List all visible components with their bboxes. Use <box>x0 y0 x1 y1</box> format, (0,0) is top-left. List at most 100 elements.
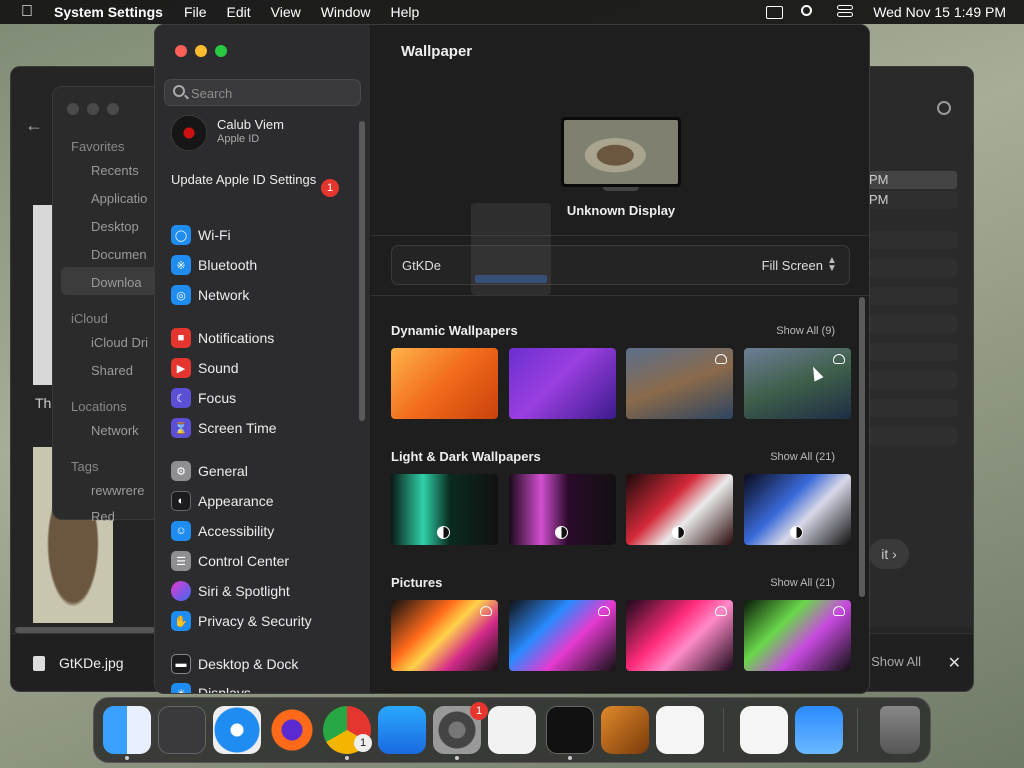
sidebar-scrollbar[interactable] <box>359 121 365 421</box>
search-icon[interactable] <box>937 101 951 115</box>
trash-icon[interactable] <box>880 706 920 754</box>
close-dot[interactable] <box>67 103 79 115</box>
menu-help[interactable]: Help <box>391 4 420 20</box>
toggles-icon: ☰ <box>171 551 191 571</box>
terminal-icon[interactable] <box>546 706 594 754</box>
show-all-dynamic-button[interactable]: Show All (9) <box>776 325 835 337</box>
sidebar-item-siri-spotlight[interactable]: Siri & Spotlight <box>171 579 361 603</box>
wallpaper-tile[interactable] <box>509 600 616 671</box>
dock-icon: ▬ <box>171 654 191 674</box>
wallpaper-tile[interactable] <box>509 348 616 419</box>
garageband-icon[interactable] <box>601 706 649 754</box>
wallpaper-tile[interactable] <box>626 474 733 545</box>
system-settings-window[interactable]: Calub Viem Apple ID Update Apple ID Sett… <box>154 24 870 694</box>
download-cloud-icon[interactable] <box>833 354 845 364</box>
sidebar-item-sound[interactable]: ▶ Sound <box>171 356 361 380</box>
menu-window[interactable]: Window <box>321 4 371 20</box>
sidebar-item-wifi[interactable]: ◯ Wi-Fi <box>171 223 361 247</box>
preview-text: Th <box>35 395 52 411</box>
menu-edit[interactable]: Edit <box>227 4 251 20</box>
speaker-icon: ▶ <box>171 358 191 378</box>
minimize-button[interactable] <box>195 45 207 57</box>
wallpaper-tile[interactable] <box>744 600 851 671</box>
minimize-dot[interactable] <box>87 103 99 115</box>
sidebar-item-privacy-security[interactable]: ✋ Privacy & Security <box>171 609 361 633</box>
menu-app-name[interactable]: System Settings <box>54 4 163 20</box>
finder-item[interactable]: iCloud Dri <box>91 335 148 350</box>
wallpaper-tile[interactable] <box>391 348 498 419</box>
download-cloud-icon[interactable] <box>833 606 845 616</box>
finder-item[interactable]: Network <box>91 423 139 438</box>
download-cloud-icon[interactable] <box>715 606 727 616</box>
finder-item[interactable]: rewwrere <box>91 483 144 498</box>
bell-icon: ■ <box>171 328 191 348</box>
sidebar-item-displays[interactable]: ☀ Displays <box>171 681 361 693</box>
search-field[interactable] <box>164 79 361 106</box>
sidebar-item-control-center[interactable]: ☰ Control Center <box>171 549 361 573</box>
apple-menu-icon[interactable]:  <box>0 3 54 21</box>
wallpaper-tile[interactable] <box>744 348 851 419</box>
finder-section-favorites: Favorites <box>71 139 125 154</box>
safari-icon[interactable] <box>213 706 261 754</box>
apple-id-profile[interactable]: Calub Viem Apple ID <box>171 115 361 151</box>
search-input[interactable] <box>191 83 351 103</box>
finder-item[interactable]: Shared <box>91 363 133 378</box>
back-arrow-icon[interactable]: ← <box>25 115 43 136</box>
finder-item[interactable]: Downloa <box>91 275 142 290</box>
spotlight-search-icon[interactable] <box>801 5 819 19</box>
show-all-pictures-button[interactable]: Show All (21) <box>770 577 835 589</box>
textedit-icon[interactable] <box>488 706 536 754</box>
sidebar-item-general[interactable]: ⚙ General <box>171 459 361 483</box>
app-store-icon[interactable] <box>378 706 426 754</box>
fill-mode-select[interactable]: Fill Screen <box>762 258 823 273</box>
wallpaper-tile[interactable] <box>391 600 498 671</box>
download-cloud-icon[interactable] <box>480 606 492 616</box>
launchpad-icon[interactable] <box>158 706 206 754</box>
sidebar-item-network[interactable]: ◎ Network <box>171 283 361 307</box>
time-row: PM <box>867 171 957 189</box>
finder-item[interactable]: Applicatio <box>91 191 147 206</box>
wallpaper-tile[interactable] <box>626 348 733 419</box>
next-button[interactable]: it › <box>869 539 909 569</box>
finder-item[interactable]: Desktop <box>91 219 139 234</box>
visual-studio-icon[interactable] <box>740 706 788 754</box>
weather-icon[interactable] <box>795 706 843 754</box>
vscode-icon[interactable] <box>656 706 704 754</box>
finder-icon[interactable] <box>103 706 151 754</box>
download-cloud-icon[interactable] <box>715 354 727 364</box>
finder-item[interactable]: Red <box>91 509 115 524</box>
wallpaper-tile[interactable] <box>391 474 498 545</box>
firefox-icon[interactable] <box>268 706 316 754</box>
close-icon[interactable]: ✕ <box>948 653 961 673</box>
menu-view[interactable]: View <box>271 4 301 20</box>
zoom-button[interactable] <box>215 45 227 57</box>
close-button[interactable] <box>175 45 187 57</box>
wallpaper-tile[interactable] <box>744 474 851 545</box>
wallpaper-tile[interactable] <box>509 474 616 545</box>
finder-item[interactable]: Documen <box>91 247 147 262</box>
profile-name: Calub Viem <box>217 117 284 132</box>
sidebar-item-desktop-dock[interactable]: ▬ Desktop & Dock <box>171 652 361 676</box>
sidebar-item-appearance[interactable]: ◐ Appearance <box>171 489 361 513</box>
download-cloud-icon[interactable] <box>598 606 610 616</box>
globe-icon: ◎ <box>171 285 191 305</box>
wallpaper-tile[interactable] <box>626 600 733 671</box>
finder-item[interactable]: Recents <box>91 163 139 178</box>
control-center-icon[interactable] <box>837 5 855 19</box>
zoom-dot[interactable] <box>107 103 119 115</box>
sidebar-item-screen-time[interactable]: ⌛ Screen Time <box>171 416 361 440</box>
menu-file[interactable]: File <box>184 4 207 20</box>
screen-mirroring-icon[interactable] <box>766 5 784 19</box>
update-apple-id-item[interactable]: Update Apple ID Settings <box>171 172 331 188</box>
notification-badge: 1 <box>321 179 339 197</box>
sidebar-item-accessibility[interactable]: ☺ Accessibility <box>171 519 361 543</box>
updown-chevron-icon[interactable]: ▲ ▼ <box>827 256 837 274</box>
sidebar-item-focus[interactable]: ☾ Focus <box>171 386 361 410</box>
menu-clock[interactable]: Wed Nov 15 1:49 PM <box>873 4 1006 20</box>
sidebar-item-notifications[interactable]: ■ Notifications <box>171 326 361 350</box>
content-scrollbar[interactable] <box>859 297 865 597</box>
show-all-link[interactable]: Show All <box>871 654 921 669</box>
sidebar-item-bluetooth[interactable]: ※ Bluetooth <box>171 253 361 277</box>
show-all-light-dark-button[interactable]: Show All (21) <box>770 451 835 463</box>
sidebar-item-label: Accessibility <box>198 523 275 539</box>
